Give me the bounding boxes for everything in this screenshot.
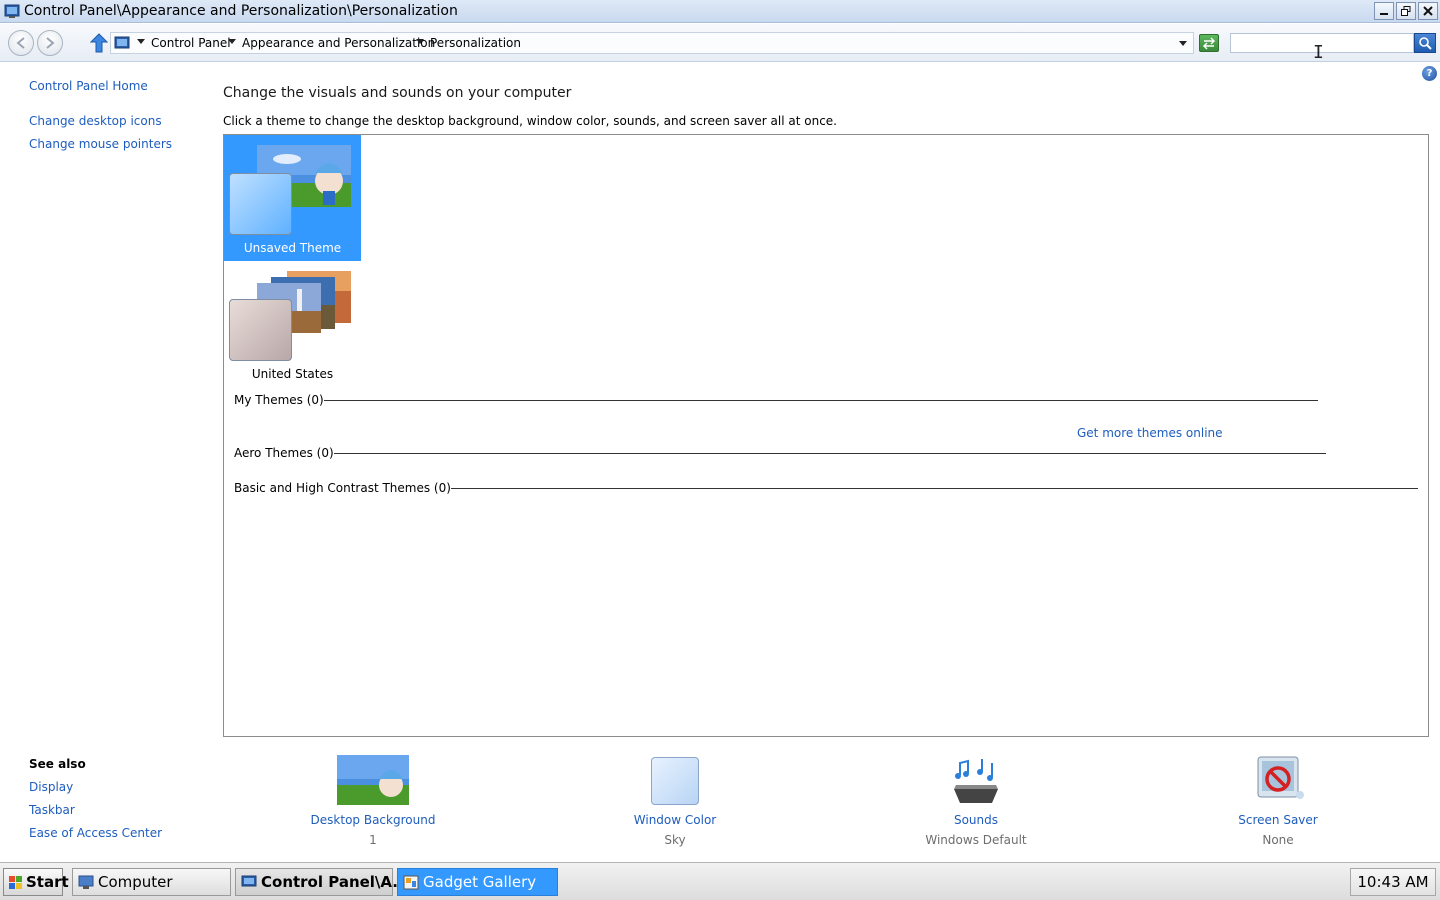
breadcrumb-control-panel[interactable]: Control Panel [151,36,231,50]
restore-icon [1401,6,1411,16]
setting-label[interactable]: Screen Saver [1188,813,1368,827]
divider [428,488,1418,489]
forward-arrow-icon [46,37,55,49]
taskbar: Start Computer Control Panel\A... Gadget… [0,862,1440,900]
gadget-gallery-icon [403,875,419,890]
help-icon[interactable]: ? [1422,66,1437,81]
start-label: Start [26,873,69,891]
sounds-icon [940,755,1012,807]
forward-button[interactable] [37,30,63,56]
close-button[interactable] [1418,2,1438,20]
taskbar-item-label: Gadget Gallery [423,873,537,891]
divider [326,453,1326,454]
back-arrow-icon [16,37,25,49]
navigation-bar: Control Panel Appearance and Personaliza… [0,24,1440,62]
change-mouse-pointers-link[interactable]: Change mouse pointers [29,137,172,151]
theme-item-unsaved[interactable]: Unsaved Theme [224,135,361,261]
taskbar-link[interactable]: Taskbar [29,803,75,817]
taskbar-item-label: Control Panel\A... [261,873,410,891]
chevron-down-icon[interactable] [228,39,236,44]
setting-value: None [1262,833,1294,847]
screen-saver-icon [1242,755,1314,807]
taskbar-item-computer[interactable]: Computer [72,868,231,896]
theme-color-swatch [229,299,292,361]
chevron-down-icon[interactable] [416,39,424,44]
get-more-themes-link[interactable]: Get more themes online [1077,426,1223,440]
search-icon [1419,37,1432,50]
theme-name: Unsaved Theme [243,241,342,255]
theme-list: Unsaved Theme United States My Themes (0… [223,134,1429,737]
setting-label[interactable]: Sounds [886,813,1066,827]
windows-logo-icon [9,876,22,889]
setting-label[interactable]: Desktop Background [283,813,463,827]
refresh-icon [1202,37,1216,50]
breadcrumb-appearance[interactable]: Appearance and Personalization [242,36,435,50]
breadcrumb-personalization[interactable]: Personalization [430,36,521,50]
screen-saver-setting[interactable]: Screen Saver None [1188,755,1368,847]
taskbar-item-label: Computer [98,873,173,891]
change-desktop-icons-link[interactable]: Change desktop icons [29,114,162,128]
text-cursor-icon: I [1313,42,1324,63]
title-bar: Control Panel\Appearance and Personaliza… [0,0,1440,23]
window-color-setting[interactable]: Window Color Sky [585,755,765,847]
page-title: Change the visuals and sounds on your co… [223,85,572,101]
theme-color-swatch [229,173,292,235]
address-dropdown-icon[interactable] [1179,41,1187,46]
control-panel-icon [114,36,130,49]
control-panel-icon [4,4,20,18]
setting-label[interactable]: Window Color [585,813,765,827]
control-panel-icon [241,875,257,887]
setting-value: 1 [369,833,377,847]
sounds-setting[interactable]: Sounds Windows Default [886,755,1066,847]
theme-item-united-states[interactable]: United States [224,261,361,387]
up-arrow-icon[interactable] [90,33,108,53]
page-description: Click a theme to change the desktop back… [223,114,837,128]
start-button[interactable]: Start [3,868,69,896]
minimize-button[interactable] [1374,2,1394,20]
window-title: Control Panel\Appearance and Personaliza… [24,3,458,19]
desktop-background-icon [337,755,409,807]
clock[interactable]: 10:43 AM [1350,868,1436,896]
control-panel-home-link[interactable]: Control Panel Home [29,79,148,93]
divider [318,400,1318,401]
chevron-down-icon[interactable] [137,39,145,44]
desktop-background-setting[interactable]: Desktop Background 1 [283,755,463,847]
taskbar-item-gadget-gallery[interactable]: Gadget Gallery [397,868,558,896]
setting-value: Windows Default [925,833,1027,847]
address-bar[interactable]: Control Panel Appearance and Personaliza… [110,32,1194,54]
theme-name: United States [251,367,334,381]
display-link[interactable]: Display [29,780,73,794]
computer-icon [78,875,94,889]
see-also-heading: See also [29,757,86,771]
close-icon [1423,6,1433,16]
my-themes-group-label: My Themes (0) [234,393,324,407]
back-button[interactable] [8,30,34,56]
window-color-icon [639,755,711,807]
refresh-button[interactable] [1199,34,1219,52]
search-button[interactable] [1414,33,1436,53]
taskbar-item-control-panel[interactable]: Control Panel\A... [235,868,409,896]
ease-of-access-link[interactable]: Ease of Access Center [29,826,162,840]
minimize-icon [1380,13,1388,15]
aero-themes-group-label: Aero Themes (0) [234,446,334,460]
setting-value: Sky [664,833,686,847]
basic-themes-group-label: Basic and High Contrast Themes (0) [234,481,451,495]
restore-button[interactable] [1396,2,1416,20]
